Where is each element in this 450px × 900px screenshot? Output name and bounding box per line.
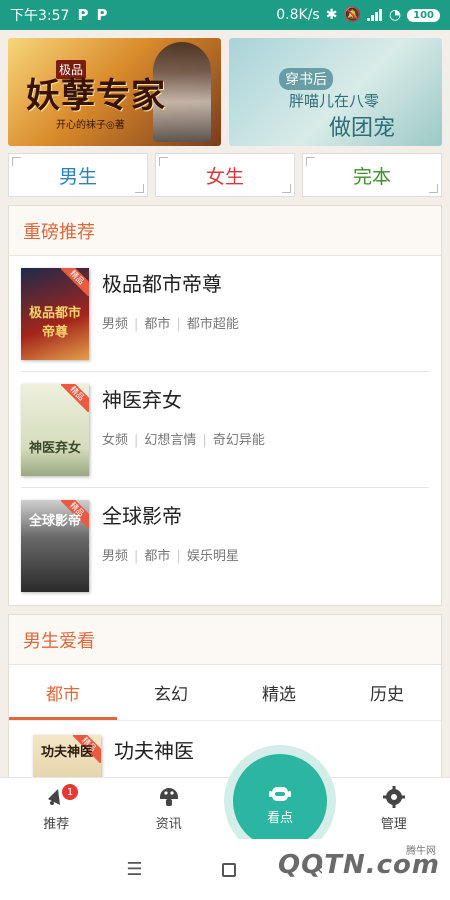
banner-right-sub: 穿书后 — [279, 68, 333, 90]
book-title: 神医弃女 — [102, 388, 182, 412]
book-cover: 精品 全球影帝 — [21, 500, 89, 592]
category-row: 男生 女生 完本 — [8, 153, 442, 197]
home-icon[interactable] — [222, 862, 237, 877]
banner-right-line1: 胖喵儿在八零 — [289, 92, 380, 110]
book-tags: 男频 | 都市 | 都市超能 — [102, 317, 239, 332]
notification-badge: 1 — [62, 784, 78, 800]
book-cover: 精品 极品都市帝尊 — [21, 268, 89, 360]
news-icon — [157, 785, 181, 809]
banner-carousel[interactable]: 极品 妖孽专家 开心的袜子◎著 穿书后 胖喵儿在八零 做团宠 — [8, 38, 442, 146]
book-cover: 精品 神医弃女 — [21, 384, 89, 476]
tab-selected[interactable]: 精选 — [225, 665, 333, 720]
nav-highlights-label: 看点 — [266, 810, 293, 826]
book-item[interactable]: 精品 全球影帝 全球影帝 男频 | 都市 | 娱乐明星 — [21, 488, 429, 604]
book-tags: 男频 | 都市 | 娱乐明星 — [102, 549, 239, 564]
banner-left-author: 开心的袜子◎著 — [56, 120, 125, 131]
network-speed: 0.8K/s — [276, 7, 320, 23]
nav-news[interactable]: 资讯 — [113, 778, 226, 839]
genre-tabs: 都市 玄幻 精选 历史 — [9, 665, 441, 721]
parking-icon-2: P — [96, 6, 108, 24]
book-title: 功夫神医 — [114, 739, 194, 763]
book-item[interactable]: 精品 极品都市帝尊 极品都市帝尊 男频 | 都市 | 都市超能 — [21, 256, 429, 372]
robot-icon — [269, 786, 291, 801]
section-title: 重磅推荐 — [9, 206, 441, 256]
bluetooth-icon: ✱ — [325, 7, 338, 23]
tab-urban[interactable]: 都市 — [9, 665, 117, 720]
banner-left[interactable]: 极品 妖孽专家 开心的袜子◎著 — [8, 38, 221, 146]
banner-right-line2: 做团宠 — [329, 116, 396, 141]
category-female-button[interactable]: 女生 — [155, 153, 295, 197]
nav-manage[interactable]: 管理 — [338, 778, 450, 839]
section-title: 男生爱看 — [9, 615, 441, 665]
watermark: 腾牛网 QQTN.com — [278, 846, 440, 880]
tab-history[interactable]: 历史 — [333, 665, 441, 720]
status-time: 下午3:57 — [10, 8, 70, 24]
banner-left-title: 妖孽专家 — [26, 76, 166, 116]
male-section: 男生爱看 都市 玄幻 精选 历史 精品 功夫神医 功夫神医 — [8, 614, 442, 784]
recommend-section: 重磅推荐 精品 极品都市帝尊 极品都市帝尊 男频 | 都市 | 都市超能 精品 神医弃女… — [8, 205, 442, 606]
banner-right[interactable]: 穿书后 胖喵儿在八零 做团宠 — [229, 38, 442, 146]
book-title: 全球影帝 — [102, 504, 182, 528]
mute-icon: 🔕 — [343, 7, 361, 23]
book-title: 极品都市帝尊 — [102, 272, 222, 296]
book-tags: 女频 | 幻想言情 | 奇幻异能 — [102, 433, 265, 448]
status-bar: 下午3:57 P P 0.8K/s ✱ 🔕 ◔ 100 — [0, 0, 450, 30]
menu-icon[interactable]: ☰ — [126, 859, 142, 880]
wifi-icon: ◔ — [388, 7, 402, 23]
parking-icon: P — [77, 6, 89, 24]
gear-icon — [382, 785, 406, 809]
category-male-button[interactable]: 男生 — [8, 153, 148, 197]
tab-fantasy[interactable]: 玄幻 — [117, 665, 225, 720]
category-complete-button[interactable]: 完本 — [302, 153, 442, 197]
book-item[interactable]: 精品 功夫神医 功夫神医 — [21, 721, 429, 783]
signal-icon — [366, 9, 382, 21]
battery-icon: 100 — [407, 8, 440, 22]
nav-recommend[interactable]: 1 推荐 — [0, 778, 113, 839]
book-item[interactable]: 精品 神医弃女 神医弃女 女频 | 幻想言情 | 奇幻异能 — [21, 372, 429, 488]
